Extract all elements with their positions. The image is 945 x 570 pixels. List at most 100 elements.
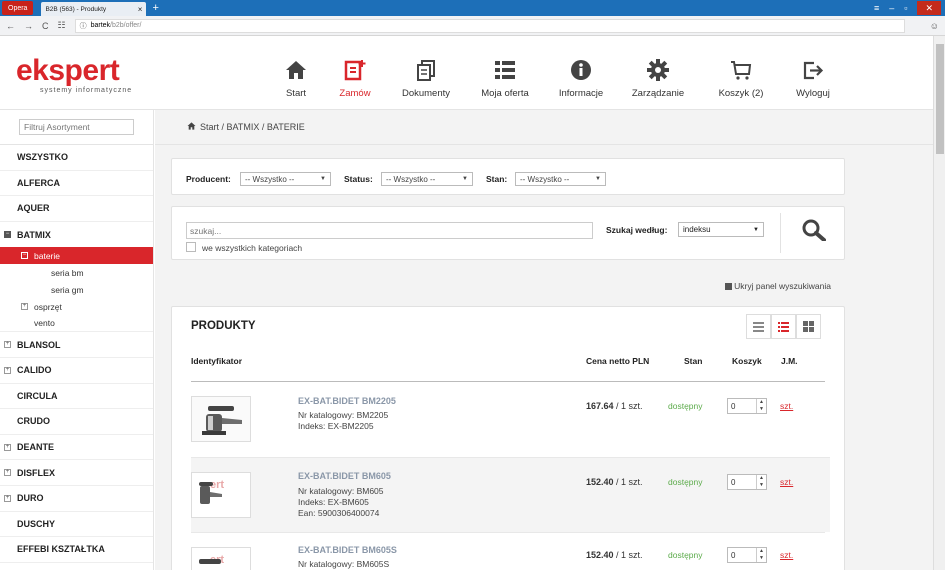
category-circula[interactable]: CIRCULA	[0, 384, 153, 410]
table-row[interactable]: EX-BAT.BIDET BM2205 Nr katalogowy: BM220…	[191, 381, 825, 457]
search-input[interactable]	[186, 222, 593, 239]
table-row[interactable]: ert EX-BAT.BIDET BM605S Nr katalogowy: B…	[191, 532, 825, 570]
breadcrumb-batmix[interactable]: BATMIX	[227, 122, 260, 132]
category-deante[interactable]: + DEANTE	[0, 435, 153, 461]
category-duro[interactable]: + DURO	[0, 486, 153, 512]
nav-start[interactable]: Start	[270, 58, 322, 99]
back-icon[interactable]: ←	[6, 21, 15, 31]
unit-link[interactable]: szt.	[780, 401, 793, 411]
product-name[interactable]: EX-BAT.BIDET BM2205	[298, 396, 396, 406]
view-grid-button[interactable]	[796, 314, 821, 339]
expand-icon[interactable]: +	[4, 366, 11, 374]
unit-link[interactable]: szt.	[780, 550, 793, 560]
producer-select[interactable]: -- Wszystko -- ▼	[240, 172, 331, 186]
product-catalog-number: Nr katalogowy: BM605	[298, 486, 384, 496]
minimize-icon[interactable]: –	[889, 3, 894, 13]
menu-icon[interactable]: ≡	[874, 3, 879, 13]
close-window-icon[interactable]: ✕	[917, 1, 941, 15]
stepper-arrows-icon[interactable]: ▲ ▼	[756, 399, 766, 413]
page-scrollbar[interactable]	[933, 36, 945, 570]
logo-sub: systemy informatyczne	[40, 87, 133, 94]
main-content: Start / BATMIX / BATERIE Producent: -- W…	[155, 110, 933, 570]
account-icon[interactable]: ☺	[930, 21, 939, 31]
category-label: BLANSOL	[17, 339, 61, 350]
search-by-select[interactable]: indeksu ▼	[678, 222, 764, 237]
price-value: 152.40	[586, 550, 614, 560]
column-header-price[interactable]: Cena netto PLN	[586, 356, 649, 366]
product-image[interactable]	[191, 396, 251, 442]
product-image[interactable]: ert	[191, 472, 251, 518]
nav-logout[interactable]: Wyloguj	[782, 58, 844, 99]
collapse-icon[interactable]: −	[4, 231, 11, 239]
category-wszystko[interactable]: WSZYSTKO	[0, 145, 153, 171]
category-blansol[interactable]: + BLANSOL	[0, 332, 153, 358]
divider	[780, 213, 781, 253]
collapse-icon[interactable]: −	[21, 252, 28, 260]
nav-info[interactable]: Informacje	[546, 58, 616, 99]
expand-icon[interactable]: +	[4, 341, 11, 349]
column-header-unit[interactable]: J.M.	[781, 356, 798, 366]
category-aquer[interactable]: AQUER	[0, 196, 153, 222]
speed-dial-icon[interactable]: ☷	[58, 20, 66, 31]
category-duschy[interactable]: DUSCHY	[0, 512, 153, 538]
opera-menu-button[interactable]: Opera	[2, 1, 34, 15]
quantity-stepper[interactable]: 0 ▲ ▼	[727, 474, 767, 490]
url-field[interactable]: ⓘ bartek/b2b/offer/	[74, 18, 905, 33]
new-tab-button[interactable]: +	[152, 2, 158, 14]
all-categories-checkbox[interactable]	[186, 242, 196, 252]
breadcrumb-start[interactable]: Start	[200, 122, 219, 132]
category-filter-input[interactable]	[19, 119, 134, 135]
logo[interactable]: ekspert systemy informatyczne	[16, 56, 133, 99]
nav-cart[interactable]: Koszyk (2)	[700, 58, 782, 99]
nav-management[interactable]: Zarządzanie	[616, 58, 700, 99]
chevron-down-icon: ▼	[595, 176, 601, 182]
category-batmix[interactable]: − BATMIX	[0, 222, 153, 248]
column-header-cart[interactable]: Koszyk	[732, 356, 762, 366]
expand-icon[interactable]: +	[4, 443, 11, 451]
expand-icon[interactable]: +	[4, 469, 11, 477]
stepper-arrows-icon[interactable]: ▲ ▼	[756, 548, 766, 562]
reload-icon[interactable]: C	[42, 21, 49, 31]
expand-icon[interactable]: +	[21, 303, 28, 311]
url-host: bartek	[90, 22, 111, 29]
stepper-arrows-icon[interactable]: ▲ ▼	[756, 475, 766, 489]
site-info-icon[interactable]: ⓘ	[80, 21, 87, 31]
category-label: DEANTE	[17, 442, 55, 453]
column-header-state[interactable]: Stan	[684, 356, 702, 366]
state-select[interactable]: -- Wszystko -- ▼	[515, 172, 606, 186]
quantity-stepper[interactable]: 0 ▲ ▼	[727, 547, 767, 563]
subcategory-seria-bm[interactable]: seria bm	[0, 264, 153, 281]
product-name[interactable]: EX-BAT.BIDET BM605	[298, 471, 391, 481]
unit-link[interactable]: szt.	[780, 477, 793, 487]
maximize-icon[interactable]: ▫	[904, 3, 907, 13]
category-effebi[interactable]: EFFEBI KSZTAŁTKA	[0, 537, 153, 563]
column-header-id[interactable]: Identyfikator	[191, 356, 242, 366]
status-select[interactable]: -- Wszystko -- ▼	[381, 172, 473, 186]
faucet-image	[202, 406, 242, 435]
view-list-button[interactable]	[746, 314, 771, 339]
nav-documents[interactable]: Dokumenty	[388, 58, 464, 99]
subcategory-vento[interactable]: vento	[0, 315, 153, 333]
expand-icon[interactable]: +	[4, 494, 11, 502]
category-alferca[interactable]: ALFERCA	[0, 171, 153, 197]
browser-tab[interactable]: B2B (563) - Produkty ×	[41, 2, 147, 16]
table-row[interactable]: ert EX-BAT.BIDET BM605 Nr katalogowy: BM…	[191, 457, 830, 532]
subcategory-osprzet[interactable]: + osprzęt	[0, 298, 153, 315]
forward-icon[interactable]: →	[24, 21, 33, 31]
subcategory-baterie[interactable]: − baterie	[0, 247, 153, 265]
app-header: ekspert systemy informatyczne Start Zamó…	[0, 36, 933, 110]
hide-search-panel-link[interactable]: Ukryj panel wyszukiwania	[725, 281, 831, 291]
product-name[interactable]: EX-BAT.BIDET BM605S	[298, 545, 397, 555]
quantity-stepper[interactable]: 0 ▲ ▼	[727, 398, 767, 414]
nav-order[interactable]: Zamów	[322, 58, 388, 99]
category-disflex[interactable]: + DISFLEX	[0, 460, 153, 486]
nav-my-offer[interactable]: Moja oferta	[464, 58, 546, 99]
search-button[interactable]	[802, 219, 826, 243]
scrollbar-thumb[interactable]	[936, 44, 944, 154]
product-image[interactable]: ert	[191, 547, 251, 570]
category-crudo[interactable]: CRUDO	[0, 409, 153, 435]
tab-close-icon[interactable]: ×	[138, 5, 143, 14]
subcategory-seria-gm[interactable]: seria gm	[0, 281, 153, 298]
category-calido[interactable]: + CALIDO	[0, 358, 153, 384]
view-detailed-button[interactable]	[771, 314, 796, 339]
